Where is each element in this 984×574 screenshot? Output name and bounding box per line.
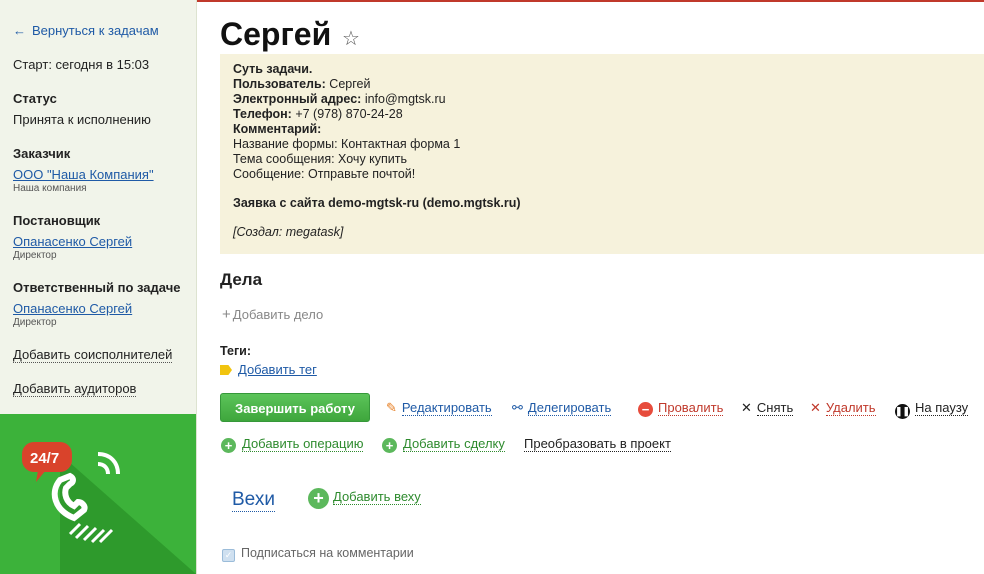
back-to-tasks-link[interactable]: ← Вернуться к задачам: [13, 23, 159, 38]
creator-link[interactable]: Опанасенко Сергей: [13, 234, 132, 249]
phone-value: +7 (978) 870-24-28: [295, 107, 403, 121]
request-source-line: Заявка с сайта demo-mgtsk-ru (demo.mgtsk…: [233, 196, 521, 210]
delete-action[interactable]: ✕ Удалить: [810, 400, 876, 416]
deals-heading: Дела: [220, 270, 263, 289]
user-label: Пользователь:: [233, 77, 326, 91]
add-auditors-link[interactable]: Добавить аудиторов: [13, 381, 137, 397]
form-name-line: Название формы: Контактная форма 1: [233, 137, 461, 151]
comment-label: Комментарий:: [233, 122, 322, 136]
creator-sub: Директор: [13, 250, 57, 261]
plus-circle-icon: +: [221, 438, 236, 453]
responsible-sub: Директор: [13, 317, 57, 328]
close-icon: ✕: [741, 400, 752, 415]
fail-action[interactable]: − Провалить: [638, 400, 724, 417]
creator-heading: Постановщик: [13, 213, 101, 228]
edit-action[interactable]: ✎ Редактировать: [386, 400, 492, 416]
plus-circle-icon: +: [308, 488, 329, 509]
customer-heading: Заказчик: [13, 146, 71, 161]
responsible-block: Ответственный по задаче Опанасенко Серге…: [13, 280, 180, 328]
responsible-link[interactable]: Опанасенко Сергей: [13, 301, 132, 316]
add-sale-action[interactable]: + Добавить сделку: [382, 436, 505, 453]
subject-line: Тема сообщения: Хочу купить: [233, 152, 408, 166]
status-block: Статус Принята к исполнению: [13, 91, 151, 127]
customer-link[interactable]: ООО "Наша Компания": [13, 167, 154, 182]
add-milestone-link[interactable]: + Добавить веху: [308, 488, 421, 509]
message-line: Сообщение: Отправьте почтой!: [233, 167, 416, 181]
created-by-line: [Создал: megatask]: [233, 225, 344, 239]
task-description: Суть задачи. Пользователь: Сергей Электр…: [220, 54, 984, 254]
support-promo-banner[interactable]: 24/7: [0, 414, 196, 574]
status-value: Принята к исполнению: [13, 112, 151, 127]
arrow-left-icon: ←: [13, 23, 26, 38]
support-badge-text: 24/7: [30, 450, 60, 467]
user-value: Сергей: [329, 77, 371, 91]
finish-work-button[interactable]: Завершить работу: [220, 393, 370, 422]
subscribe-comments-checkbox[interactable]: ✓ Подписаться на комментарии: [222, 546, 414, 562]
minus-circle-icon: −: [638, 402, 653, 417]
delete-x-icon: ✕: [810, 400, 821, 415]
add-tag-link[interactable]: Добавить тег: [220, 362, 317, 377]
pause-icon: ❚❚: [895, 404, 910, 419]
add-deal-link[interactable]: + Добавить дело: [222, 306, 323, 323]
pencil-icon: ✎: [386, 400, 397, 415]
responsible-heading: Ответственный по задаче: [13, 280, 181, 295]
start-time: Старт: сегодня в 15:03: [13, 57, 150, 72]
delegate-icon: ⚯: [512, 400, 523, 415]
convert-to-project-action[interactable]: Преобразовать в проект: [524, 436, 671, 452]
add-operation-action[interactable]: + Добавить операцию: [221, 436, 364, 453]
pause-action[interactable]: ❚❚ На паузу: [895, 400, 969, 419]
tags-label: Теги:: [220, 344, 252, 358]
support-phone-icon: [22, 442, 196, 574]
email-label: Электронный адрес:: [233, 92, 362, 106]
phone-label: Телефон:: [233, 107, 292, 121]
task-main: Сергей ☆ Суть задачи. Пользователь: Серг…: [200, 0, 984, 574]
sidebar: ← Вернуться к задачам Старт: сегодня в 15…: [0, 0, 197, 574]
delegate-action[interactable]: ⚯ Делегировать: [512, 400, 612, 416]
customer-block: Заказчик ООО "Наша Компания" Наша компан…: [13, 146, 154, 194]
remove-action[interactable]: ✕ Снять: [741, 400, 794, 416]
status-heading: Статус: [13, 91, 57, 106]
star-icon[interactable]: ☆: [342, 26, 360, 51]
email-value: info@mgtsk.ru: [364, 92, 446, 106]
customer-sub: Наша компания: [13, 183, 87, 194]
add-coexecutors-link[interactable]: Добавить соисполнителей: [13, 347, 173, 363]
essence-label: Суть задачи.: [233, 62, 313, 76]
creator-block: Постановщик Опанасенко Сергей Директор: [13, 213, 132, 261]
checkbox-icon: ✓: [222, 549, 235, 562]
plus-circle-icon: +: [382, 438, 397, 453]
plus-icon: +: [222, 306, 231, 323]
milestones-link[interactable]: Вехи: [232, 489, 275, 512]
task-title: Сергей: [220, 16, 332, 52]
tag-icon: [220, 365, 232, 375]
